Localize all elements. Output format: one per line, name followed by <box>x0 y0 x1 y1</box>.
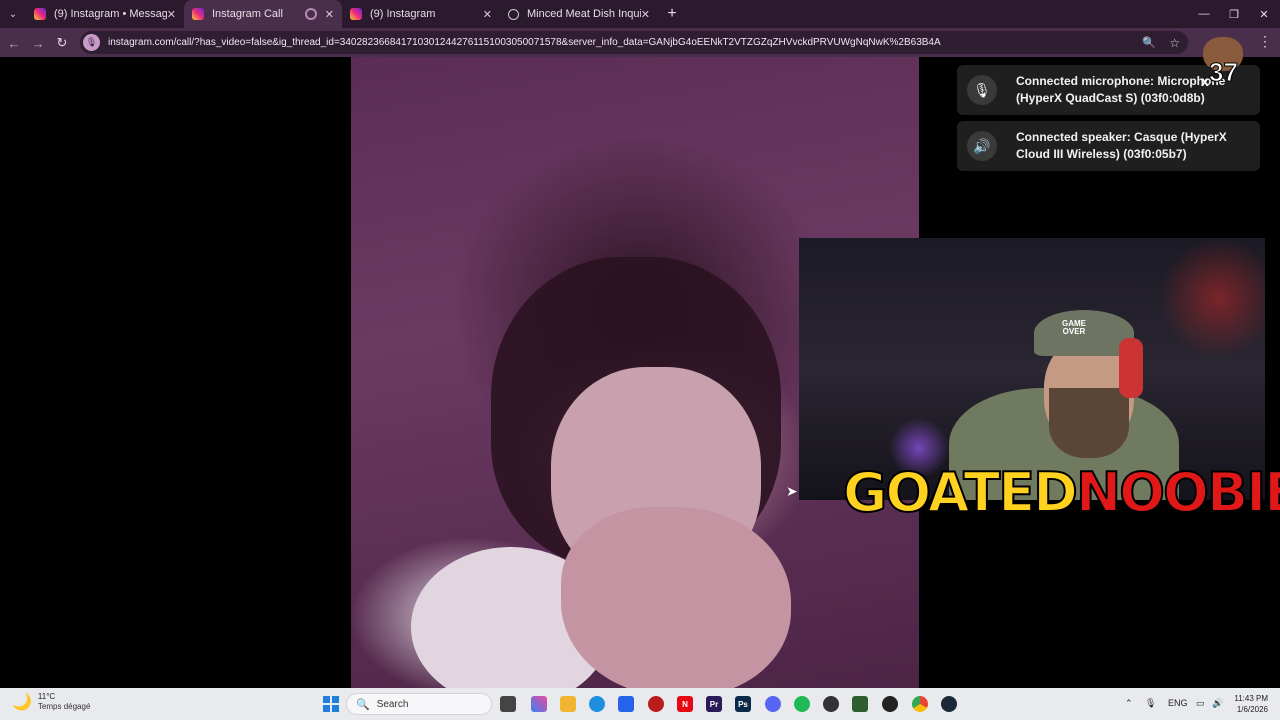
spotify-icon[interactable] <box>794 696 810 712</box>
address-bar[interactable]: 🎙 instagram.com/call/?has_video=false&ig… <box>80 31 1188 54</box>
toast-text: Connected speaker: Casque (HyperX Cloud … <box>1016 130 1227 161</box>
forward-button[interactable]: → <box>28 33 48 53</box>
weather-temp: 11°C <box>37 692 56 701</box>
discord-icon[interactable] <box>765 696 781 712</box>
chevron-up-icon[interactable]: ⌃ <box>1125 698 1133 709</box>
recording-icon <box>304 8 317 20</box>
steam-icon[interactable] <box>941 696 957 712</box>
app-gauge-icon[interactable] <box>823 696 839 712</box>
cap-text: GAME OVER <box>1062 319 1086 336</box>
close-icon[interactable]: ✕ <box>167 8 176 21</box>
tab-instagram[interactable]: (9) Instagram ✕ <box>342 0 500 28</box>
edge-icon[interactable] <box>589 696 605 712</box>
photoshop-icon[interactable]: Ps <box>735 696 751 712</box>
back-button[interactable]: ← <box>4 33 24 53</box>
tab-instagram-messages[interactable]: (9) Instagram • Messages ✕ <box>26 0 184 28</box>
app-red-icon[interactable] <box>648 696 664 712</box>
clock-date: 1/6/2026 <box>1236 705 1268 714</box>
restore-button[interactable]: ❐ <box>1218 0 1250 28</box>
tab-search-button[interactable]: ⌄ <box>0 0 26 28</box>
tab-title: (9) Instagram • Messages <box>54 8 167 20</box>
instagram-icon <box>192 8 204 20</box>
channel-logo: GOATED NOOBIE <box>842 460 1280 525</box>
netflix-icon[interactable]: N <box>677 696 693 712</box>
obs-icon[interactable] <box>882 696 898 712</box>
moon-icon: 🌙 <box>12 694 32 711</box>
bookmark-star-icon[interactable]: ☆ <box>1169 36 1180 50</box>
clock[interactable]: 11:43 PM 1/6/2026 <box>1222 693 1268 715</box>
close-icon[interactable]: ✕ <box>483 8 492 21</box>
clock-time: 11:43 PM <box>1234 694 1268 703</box>
windows-taskbar: 🌙 11°C Temps dégagé 🔍 Search N Pr Ps ⌃ 🎙… <box>0 688 1280 720</box>
speaker-toast: 🔊 Connected speaker: Casque (HyperX Clou… <box>957 121 1260 171</box>
logo-part-goated: GOATED <box>842 460 1079 525</box>
microphone-active-icon[interactable]: 🎙 <box>83 34 100 51</box>
participant-hand <box>561 507 791 688</box>
close-icon[interactable]: ✕ <box>641 8 650 21</box>
instagram-icon <box>350 8 362 20</box>
tab-minced-meat[interactable]: Minced Meat Dish Inquiry ✕ <box>500 0 658 28</box>
file-explorer-icon[interactable] <box>560 696 576 712</box>
taskbar-search[interactable]: 🔍 Search <box>346 693 492 715</box>
url-text[interactable]: instagram.com/call/?has_video=false&ig_t… <box>108 37 1128 48</box>
copilot-icon[interactable] <box>531 696 547 712</box>
close-window-button[interactable]: ✕ <box>1248 0 1280 28</box>
instagram-icon <box>34 8 46 20</box>
speaker-icon: 🔊 <box>967 131 997 161</box>
new-tab-button[interactable]: + <box>658 0 686 28</box>
badge-number: 37 <box>1209 57 1239 88</box>
store-icon[interactable] <box>618 696 634 712</box>
weather-widget[interactable]: 🌙 11°C Temps dégagé <box>12 692 90 712</box>
viewer-badge: x 37 <box>1199 35 1251 95</box>
reload-button[interactable]: ↻ <box>52 33 72 53</box>
app-green-icon[interactable] <box>852 696 868 712</box>
language-indicator[interactable]: ENG <box>1168 698 1188 708</box>
browser-tab-bar: ⌄ (9) Instagram • Messages ✕ Instagram C… <box>0 0 1280 28</box>
chrome-icon[interactable] <box>912 696 928 712</box>
globe-icon <box>508 8 519 20</box>
tab-title: Minced Meat Dish Inquiry <box>527 8 641 20</box>
network-icon[interactable]: ▭ <box>1196 698 1205 709</box>
search-placeholder: Search <box>376 698 409 710</box>
weather-desc: Temps dégagé <box>37 702 91 711</box>
tab-instagram-call[interactable]: Instagram Call ✕ <box>184 0 342 28</box>
streamer-beard <box>1049 388 1129 458</box>
tab-title: (9) Instagram <box>370 8 436 20</box>
browser-toolbar: ← → ↻ 🎙 instagram.com/call/?has_video=fa… <box>0 28 1280 57</box>
premiere-icon[interactable]: Pr <box>706 696 722 712</box>
windows-start-icon[interactable] <box>323 696 339 712</box>
search-icon: 🔍 <box>356 698 370 711</box>
microphone-icon: 🎙 <box>967 75 997 105</box>
zoom-icon[interactable]: 🔍 <box>1142 36 1156 49</box>
close-icon[interactable]: ✕ <box>325 8 334 21</box>
minimize-button[interactable]: — <box>1188 0 1220 28</box>
task-view-icon[interactable] <box>500 696 516 712</box>
mouse-cursor-icon: ➤ <box>786 483 798 499</box>
microphone-tray-icon[interactable]: 🎙 <box>1145 698 1156 709</box>
headset-icon <box>1119 338 1143 398</box>
logo-part-noobie: NOOBIE <box>1075 460 1280 525</box>
tab-title: Instagram Call <box>212 8 283 20</box>
browser-menu-button[interactable]: ⋮ <box>1258 33 1272 53</box>
badge-x: x <box>1201 73 1209 89</box>
